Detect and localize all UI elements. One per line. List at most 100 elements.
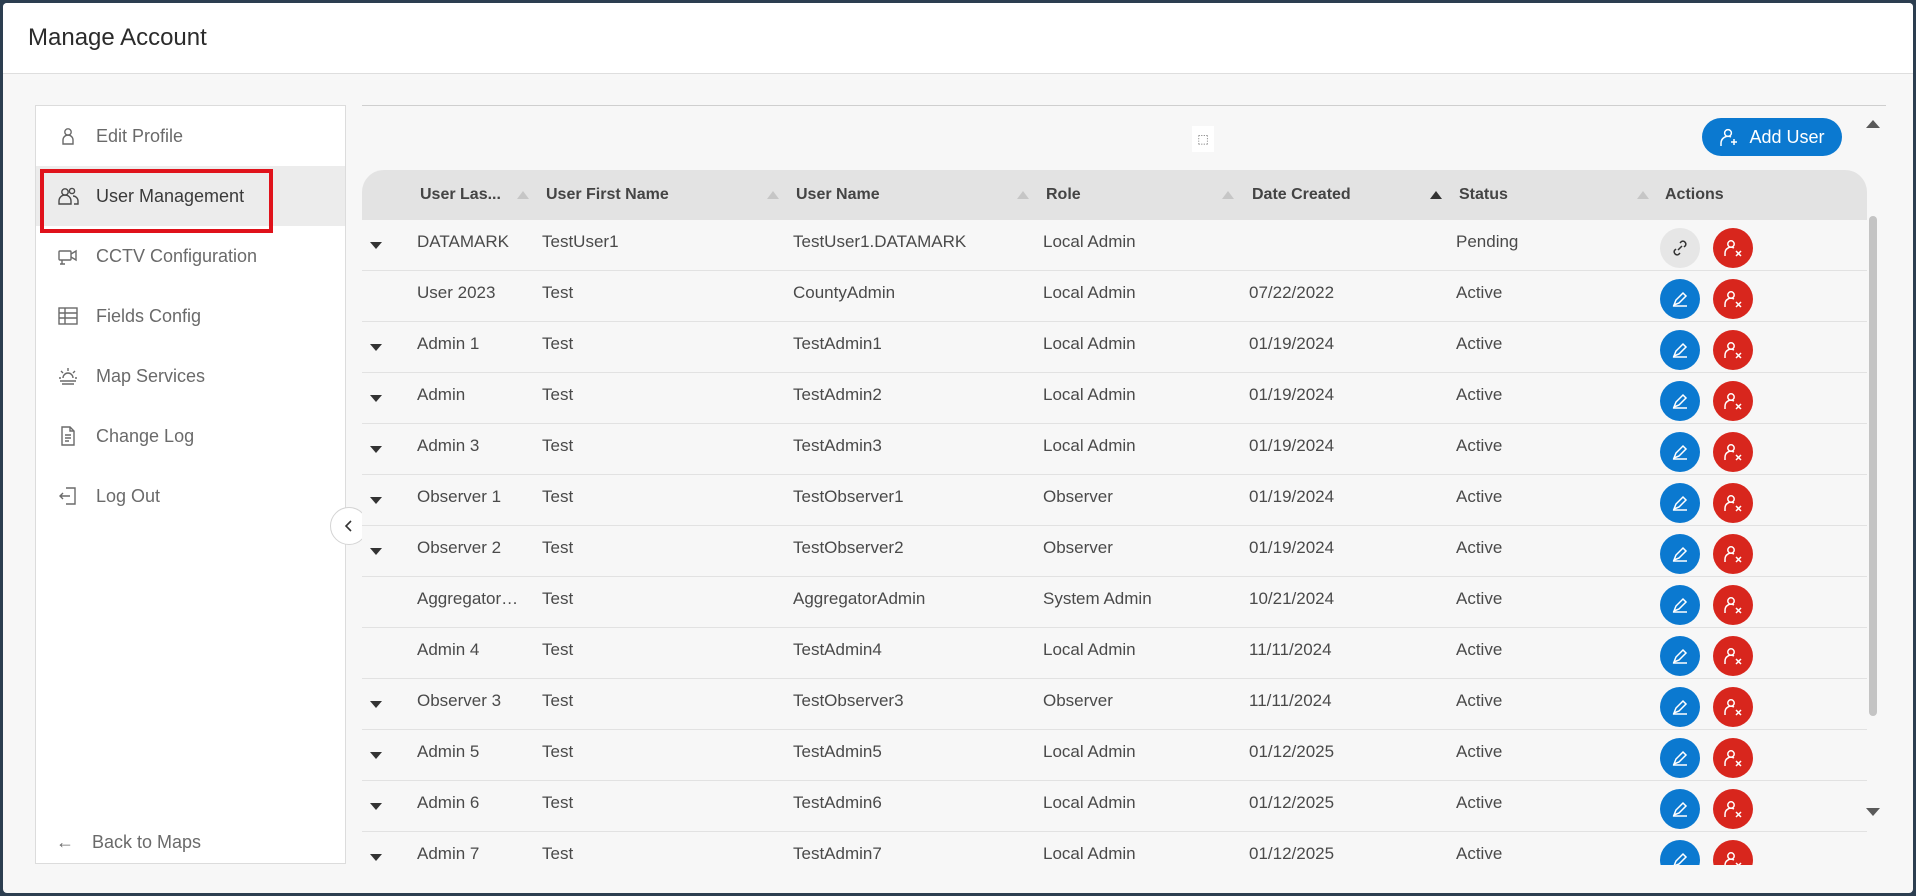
column-header-first-name[interactable]: User First Name [546,170,669,220]
delete-user-button[interactable] [1713,381,1753,421]
cell-date-created: 01/12/2025 [1249,793,1335,812]
sidebar-item-change-log[interactable]: Change Log [36,406,345,466]
scroll-down-icon[interactable] [1866,808,1880,816]
table-row[interactable]: User 2023 Test CountyAdmin Local Admin 07/22… [362,271,1867,322]
cell-role: Local Admin [1043,385,1136,404]
cell-last-name: Observer 2 [417,538,502,557]
cell-user-name: AggregatorAdmin [793,589,926,608]
edit-user-button[interactable] [1660,636,1700,676]
scrollbar-thumb[interactable] [1869,216,1877,716]
sort-asc-active-icon[interactable] [1430,191,1442,199]
sidebar-item-user-management[interactable]: User Management [36,166,345,226]
delete-user-button[interactable] [1713,330,1753,370]
column-header-date-created[interactable]: Date Created [1252,170,1351,220]
sort-asc-icon[interactable] [1637,191,1649,199]
expand-row-icon[interactable] [370,803,382,810]
cell-status: Active [1456,742,1503,761]
expand-row-icon[interactable] [370,701,382,708]
edit-user-button[interactable] [1660,483,1700,523]
table-row[interactable]: Observer 2 Test TestObserver2 Observer 01/19… [362,526,1867,577]
delete-user-button[interactable] [1713,738,1753,778]
sidebar-item-fields-config[interactable]: Fields Config [36,286,345,346]
delete-user-button[interactable] [1713,687,1753,727]
manage-account-window: Manage Account Edit Profile User Managem… [3,3,1913,893]
table-row[interactable]: Admin Test TestAdmin2 Local Admin 01/19/2024… [362,373,1867,424]
cell-date-created: 10/21/2024 [1249,589,1335,608]
column-header-status[interactable]: Status [1459,170,1508,220]
resend-invite-link-button[interactable] [1660,228,1700,268]
cell-status: Active [1456,844,1503,863]
edit-user-button[interactable] [1660,279,1700,319]
delete-user-button[interactable] [1713,789,1753,829]
table-row[interactable]: Admin 3 Test TestAdmin3 Local Admin 01/19/20… [362,424,1867,475]
cell-role: Local Admin [1043,742,1136,761]
cell-last-name: Admin 6 [417,793,480,812]
sort-asc-icon[interactable] [767,191,779,199]
delete-user-button[interactable] [1713,534,1753,574]
column-header-role[interactable]: Role [1046,170,1081,220]
table-row[interactable]: Admin 5 Test TestAdmin5 Local Admin 01/12/20… [362,730,1867,781]
delete-user-button[interactable] [1713,279,1753,319]
table-row[interactable]: Admin 6 Test TestAdmin6 Local Admin 01/12/20… [362,781,1867,832]
column-header-actions: Actions [1665,186,1724,203]
expand-row-icon[interactable] [370,395,382,402]
column-header-last-name[interactable]: User Las... [420,170,501,220]
delete-user-button[interactable] [1713,840,1753,865]
table-row[interactable]: DATAMARK TestUser1 TestUser1.DATAMARK Local… [362,220,1867,271]
edit-user-button[interactable] [1660,687,1700,727]
edit-user-button[interactable] [1660,585,1700,625]
add-user-icon [1720,128,1738,146]
edit-user-button[interactable] [1660,381,1700,421]
back-to-maps-link[interactable]: ← Back to Maps [56,832,201,853]
sidebar-item-log-out[interactable]: Log Out [36,466,345,526]
cell-date-created: 01/19/2024 [1249,334,1335,353]
table-row[interactable]: Admin 4 Test TestAdmin4 Local Admin 11/11/20… [362,628,1867,679]
expand-row-icon[interactable] [370,497,382,504]
delete-user-button[interactable] [1713,483,1753,523]
sidebar-item-map-services[interactable]: Map Services [36,346,345,406]
expand-row-icon[interactable] [370,752,382,759]
cell-status: Pending [1456,232,1519,251]
sidebar-item-label: Change Log [96,425,195,446]
sort-asc-icon[interactable] [517,191,529,199]
sort-asc-icon[interactable] [1017,191,1029,199]
cell-first-name: Test [542,589,574,608]
table-row[interactable]: Observer 1 Test TestObserver1 Observer 01/19… [362,475,1867,526]
edit-user-button[interactable] [1660,789,1700,829]
column-header-user-name[interactable]: User Name [796,170,880,220]
delete-user-button[interactable] [1713,585,1753,625]
delete-user-button[interactable] [1713,228,1753,268]
edit-user-button[interactable] [1660,840,1700,865]
expand-row-icon[interactable] [370,548,382,555]
expand-row-icon[interactable] [370,446,382,453]
map-services-icon [56,364,80,388]
table-row[interactable]: Admin 1 Test TestAdmin1 Local Admin 01/19/20… [362,322,1867,373]
add-user-button[interactable]: Add User [1702,118,1842,156]
expand-row-icon[interactable] [370,242,382,249]
cell-first-name: Test [542,793,574,812]
cell-user-name: TestAdmin1 [793,334,882,353]
sort-asc-icon[interactable] [1222,191,1234,199]
edit-user-button[interactable] [1660,738,1700,778]
delete-user-button[interactable] [1713,432,1753,472]
cell-user-name: TestAdmin6 [793,793,882,812]
expand-row-icon[interactable] [370,344,382,351]
table-row[interactable]: Admin 7 Test TestAdmin7 Local Admin 01/12/20… [362,832,1867,865]
sidebar-item-edit-profile[interactable]: Edit Profile [36,106,345,166]
edit-user-button[interactable] [1660,330,1700,370]
scroll-up-icon[interactable] [1866,120,1880,128]
cell-role: System Admin [1043,589,1152,608]
cell-last-name: Admin [417,385,466,404]
cell-user-name: TestAdmin4 [793,640,882,659]
cell-date-created: 01/12/2025 [1249,844,1335,863]
cell-last-name: User 2023 [417,283,496,302]
edit-user-button[interactable] [1660,534,1700,574]
cell-role: Local Admin [1043,334,1136,353]
sidebar-item-cctv-configuration[interactable]: CCTV Configuration [36,226,345,286]
table-row[interactable]: Observer 3 Test TestObserver3 Observer 11/11… [362,679,1867,730]
table-row[interactable]: Aggregator… Test AggregatorAdmin System Adm… [362,577,1867,628]
delete-user-button[interactable] [1713,636,1753,676]
cell-last-name: Admin 3 [417,436,480,455]
edit-user-button[interactable] [1660,432,1700,472]
expand-row-icon[interactable] [370,854,382,861]
